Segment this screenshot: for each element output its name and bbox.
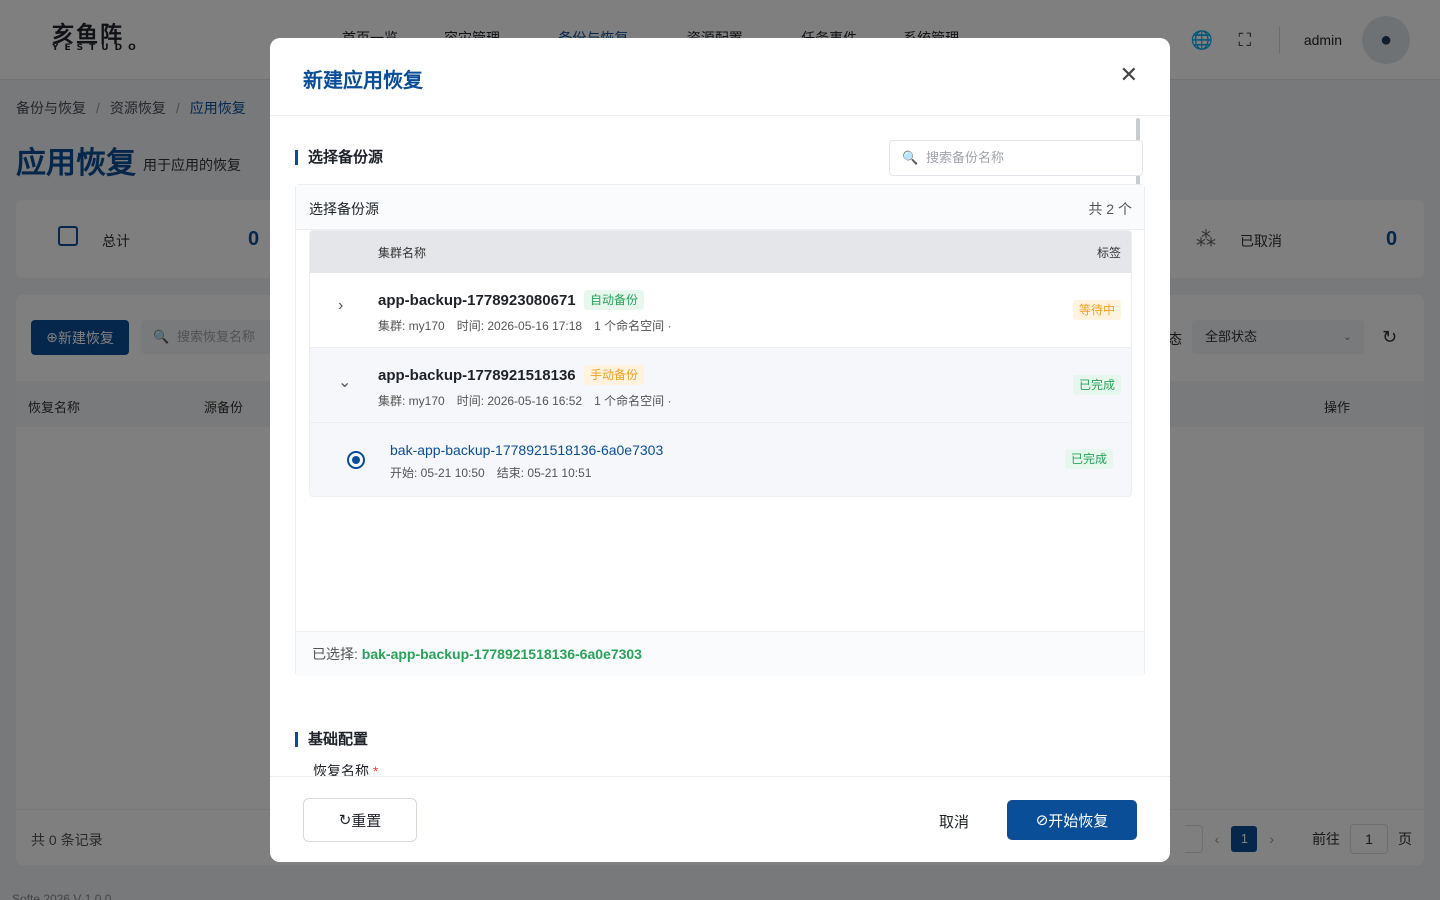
start-recovery-button[interactable]: ⊘ 开始恢复: [1007, 800, 1137, 840]
backup-meta: 集群: my170 时间: 2026-05-16 16:52 1 个命名空间 ·: [378, 394, 672, 408]
status-badge: 已完成: [1072, 375, 1121, 395]
backup-table-header: 集群名称 标签: [310, 231, 1131, 273]
source-box-title: 选择备份源: [309, 201, 379, 217]
instance-name: bak-app-backup-1778921518136-6a0e7303: [390, 442, 664, 458]
backup-search-input[interactable]: 🔍 搜索备份名称: [889, 140, 1143, 176]
dialog-header: 新建应用恢复 ✕: [270, 38, 1170, 116]
type-badge: 自动备份: [584, 290, 645, 310]
reset-button[interactable]: ↻ 重置: [303, 798, 417, 842]
backup-radio[interactable]: [347, 451, 365, 469]
selected-summary: 已选择: bak-app-backup-1778921518136-6a0e73…: [296, 631, 1144, 676]
type-badge: 手动备份: [584, 365, 645, 385]
col-tag: 标签: [1096, 246, 1121, 260]
status-badge: 已完成: [1064, 449, 1113, 469]
search-icon: 🔍: [902, 150, 919, 165]
instance-meta: 开始: 05-21 10:50 结束: 05-21 10:51: [390, 466, 592, 480]
selected-backup: bak-app-backup-1778921518136-6a0e7303: [361, 646, 642, 662]
dialog-footer: ↻ 重置 取消 ⊘ 开始恢复: [270, 776, 1170, 862]
check-circle-icon: ⊘: [1035, 812, 1049, 829]
status-badge: 等待中: [1072, 300, 1121, 320]
close-icon[interactable]: ✕: [1120, 64, 1138, 86]
backup-name: app-backup-1778921518136: [378, 367, 576, 384]
source-box-header: 选择备份源 共 2 个: [296, 185, 1144, 230]
backup-source-box: 选择备份源 共 2 个 集群名称 标签 › app-backup-1778923…: [295, 184, 1145, 676]
section-title-source: 选择备份源: [295, 150, 383, 165]
col-cluster-name: 集群名称: [378, 246, 427, 260]
section-title-basic: 基础配置: [295, 732, 368, 747]
chevron-down-icon[interactable]: ⌄: [338, 372, 351, 392]
refresh-icon: ↻: [338, 812, 352, 829]
table-row[interactable]: ⌄ app-backup-1778921518136 手动备份 集群: my17…: [310, 348, 1131, 423]
new-recovery-dialog: 新建应用恢复 ✕ 选择备份源 🔍 搜索备份名称 选择备份源 共 2 个 集群名称…: [270, 38, 1170, 862]
backup-instance-row[interactable]: bak-app-backup-1778921518136-6a0e7303 开始…: [310, 423, 1131, 496]
dialog-body: 选择备份源 🔍 搜索备份名称 选择备份源 共 2 个 集群名称 标签 › app…: [270, 116, 1170, 776]
backup-name: app-backup-1778923080671: [378, 292, 576, 309]
backup-meta: 集群: my170 时间: 2026-05-16 17:18 1 个命名空间 ·: [378, 319, 672, 333]
dialog-title: 新建应用恢复: [303, 70, 423, 92]
cancel-button[interactable]: 取消: [939, 811, 969, 832]
chevron-right-icon[interactable]: ›: [338, 297, 343, 315]
backup-table: 集群名称 标签 › app-backup-1778923080671 自动备份 …: [309, 230, 1132, 497]
recovery-name-label: 恢复名称 *: [313, 763, 379, 776]
table-row[interactable]: › app-backup-1778923080671 自动备份 集群: my17…: [310, 273, 1131, 348]
source-count: 共 2 个: [1088, 201, 1132, 217]
